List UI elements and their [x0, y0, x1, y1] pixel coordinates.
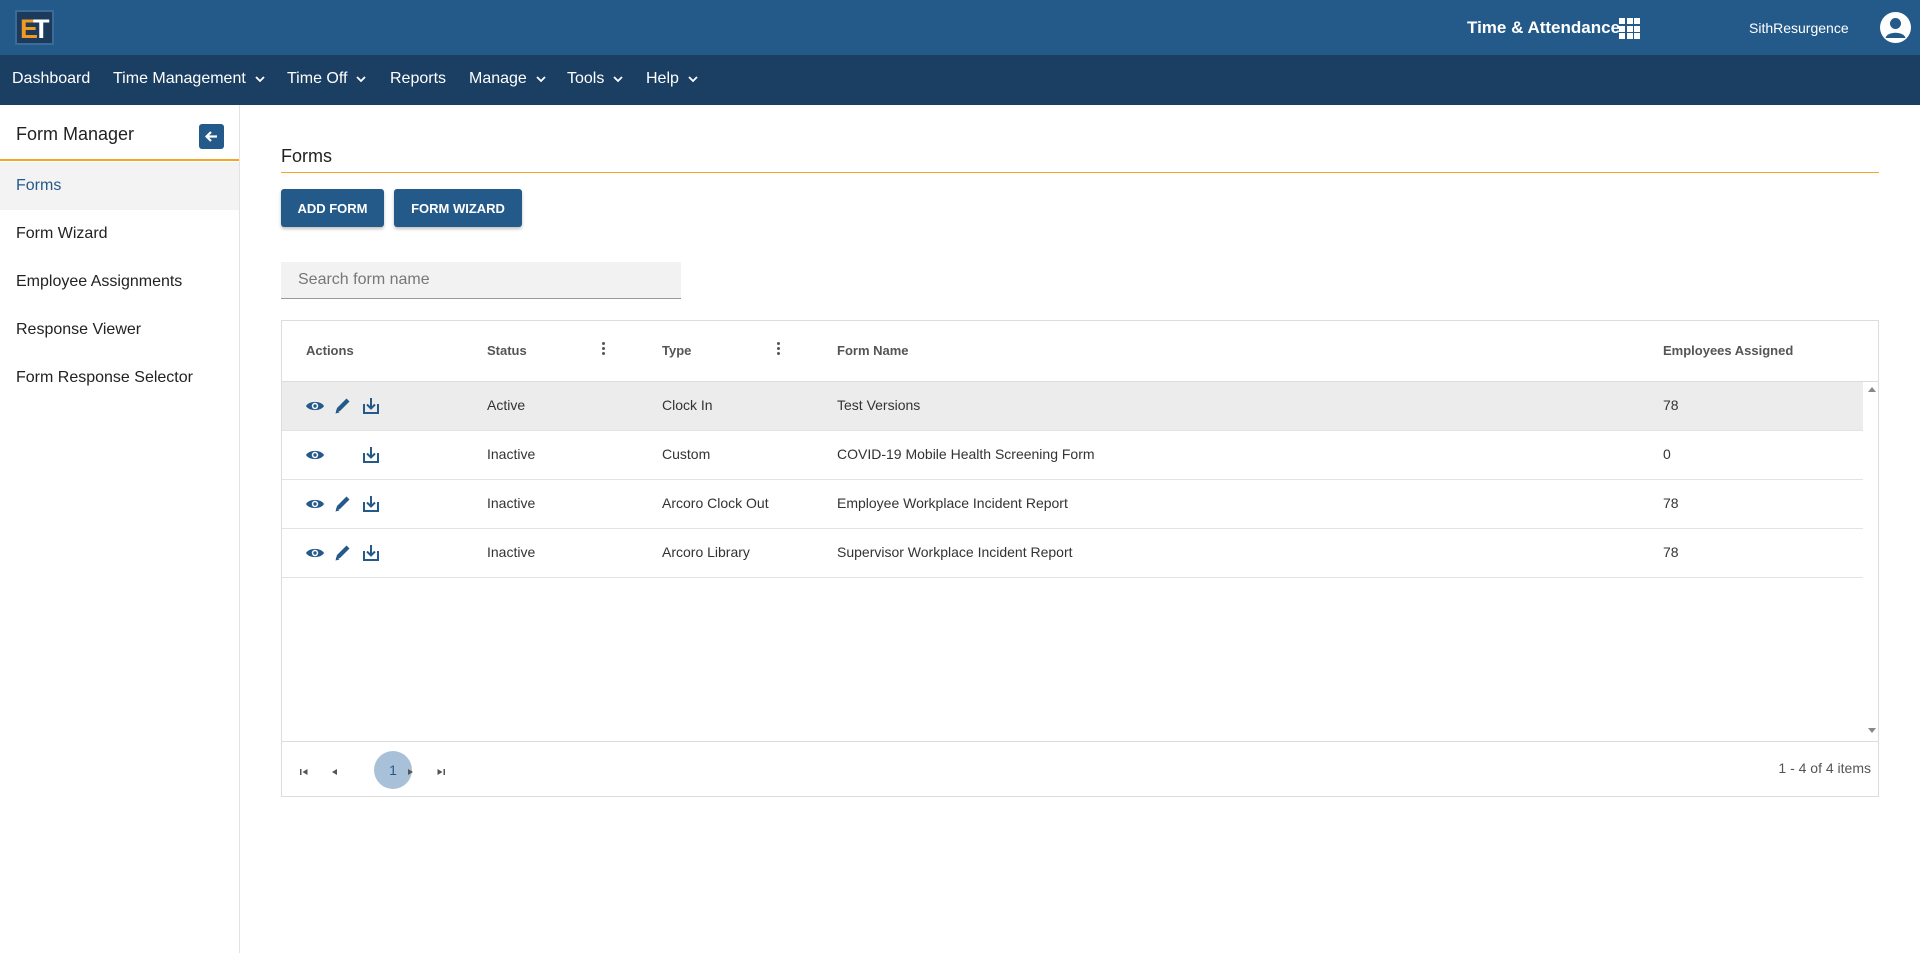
download-icon[interactable]: [361, 495, 381, 513]
main-nav: Dashboard Time Management Time Off Repor…: [0, 55, 1920, 105]
logo-letter-t: T: [33, 14, 50, 44]
user-avatar-icon[interactable]: [1880, 12, 1911, 43]
view-eye-icon[interactable]: [305, 495, 325, 513]
type-cell: Clock In: [662, 397, 713, 413]
pager-divider: [282, 741, 1878, 742]
form-name-cell: Test Versions: [837, 397, 921, 413]
nav-item-reports[interactable]: Reports: [390, 70, 446, 88]
nav-label: Manage: [469, 70, 527, 87]
last-page-icon[interactable]: [433, 764, 449, 780]
nav-label: Time Off: [287, 70, 348, 87]
download-icon[interactable]: [361, 544, 381, 562]
type-cell: Arcoro Library: [662, 544, 750, 560]
edit-pencil-icon[interactable]: [333, 544, 353, 562]
status-cell: Inactive: [487, 544, 536, 560]
pager-info: 1 - 4 of 4 items: [1778, 760, 1871, 776]
form-name-cell: COVID-19 Mobile Health Screening Form: [837, 446, 1095, 462]
scroll-up-arrow-icon[interactable]: [1868, 387, 1876, 392]
et-logo[interactable]: E T: [15, 10, 54, 45]
app-grid-icon[interactable]: [1619, 18, 1641, 39]
add-form-button[interactable]: ADD FORM: [281, 189, 384, 227]
view-eye-icon[interactable]: [305, 544, 325, 562]
status-cell: Inactive: [487, 495, 536, 511]
collapse-sidebar-button[interactable]: [199, 124, 224, 149]
table-row[interactable]: Active Clock In Test Versions 78: [282, 382, 1863, 431]
table-row[interactable]: Inactive Custom COVID-19 Mobile Health S…: [282, 431, 1863, 480]
edit-pencil-icon[interactable]: [333, 397, 353, 415]
sidebar: Form Manager Forms Form Wizard Employee …: [0, 105, 240, 953]
forms-grid: Actions Status Type Form Name Employees …: [281, 320, 1879, 797]
nav-label: Reports: [390, 70, 447, 87]
chevron-down-icon: [536, 75, 546, 82]
column-header-status[interactable]: Status: [487, 343, 527, 358]
column-header-actions: Actions: [306, 343, 354, 358]
search-form-input[interactable]: [281, 262, 681, 299]
previous-page-icon[interactable]: [327, 764, 343, 780]
nav-label: Dashboard: [12, 70, 91, 87]
sidebar-title: Form Manager: [16, 124, 135, 144]
sidebar-item-forms[interactable]: Forms: [0, 162, 239, 210]
form-name-cell: Supervisor Workplace Incident Report: [837, 544, 1073, 560]
type-cell: Custom: [662, 446, 711, 462]
sidebar-item-employee-assignments[interactable]: Employee Assignments: [0, 258, 239, 306]
type-cell: Arcoro Clock Out: [662, 495, 769, 511]
employees-assigned-cell: 78: [1663, 397, 1679, 413]
scroll-down-arrow-icon[interactable]: [1868, 728, 1876, 733]
next-page-icon[interactable]: [402, 764, 418, 780]
sidebar-item-form-wizard[interactable]: Form Wizard: [0, 210, 239, 258]
download-icon[interactable]: [361, 446, 381, 464]
app-title: Time & Attendance: [1467, 18, 1621, 37]
type-column-menu-icon[interactable]: [777, 342, 781, 358]
arrow-left-icon: [205, 131, 217, 142]
employees-assigned-cell: 0: [1663, 446, 1671, 462]
form-name-cell: Employee Workplace Incident Report: [837, 495, 1068, 511]
nav-item-help[interactable]: Help: [646, 70, 698, 88]
chevron-down-icon: [356, 75, 367, 82]
status-cell: Inactive: [487, 446, 536, 462]
chevron-down-icon: [688, 75, 698, 82]
sidebar-header: Form Manager: [0, 105, 239, 161]
table-row[interactable]: Inactive Arcoro Library Supervisor Workp…: [282, 529, 1863, 578]
nav-item-time-off[interactable]: Time Off: [287, 70, 367, 88]
sidebar-item-response-viewer[interactable]: Response Viewer: [0, 306, 239, 354]
status-column-menu-icon[interactable]: [602, 342, 606, 358]
employees-assigned-cell: 78: [1663, 495, 1679, 511]
column-header-form-name[interactable]: Form Name: [837, 343, 909, 358]
table-row[interactable]: Inactive Arcoro Clock Out Employee Workp…: [282, 480, 1863, 529]
chevron-down-icon: [255, 75, 265, 82]
page-title: Forms: [281, 146, 332, 166]
title-divider: [281, 172, 1879, 173]
status-cell: Active: [487, 397, 526, 413]
nav-item-dashboard[interactable]: Dashboard: [12, 70, 90, 88]
view-eye-icon[interactable]: [305, 446, 325, 464]
download-icon[interactable]: [361, 397, 381, 415]
nav-label: Help: [646, 70, 679, 87]
employees-assigned-cell: 78: [1663, 544, 1679, 560]
nav-label: Tools: [567, 70, 605, 87]
first-page-icon[interactable]: [296, 764, 312, 780]
nav-label: Time Management: [113, 70, 246, 87]
top-bar: E T Time & Attendance SithResurgence: [0, 0, 1920, 55]
chevron-down-icon: [613, 75, 623, 82]
sidebar-item-form-response-selector[interactable]: Form Response Selector: [0, 354, 239, 402]
nav-item-manage[interactable]: Manage: [469, 70, 546, 88]
form-wizard-button[interactable]: FORM WIZARD: [394, 189, 522, 227]
column-header-employees-assigned[interactable]: Employees Assigned: [1663, 343, 1793, 358]
edit-pencil-icon[interactable]: [333, 495, 353, 513]
view-eye-icon[interactable]: [305, 397, 325, 415]
nav-item-time-management[interactable]: Time Management: [113, 70, 265, 88]
username[interactable]: SithResurgence: [1749, 20, 1849, 36]
nav-item-tools[interactable]: Tools: [567, 70, 623, 88]
column-header-type[interactable]: Type: [662, 343, 691, 358]
